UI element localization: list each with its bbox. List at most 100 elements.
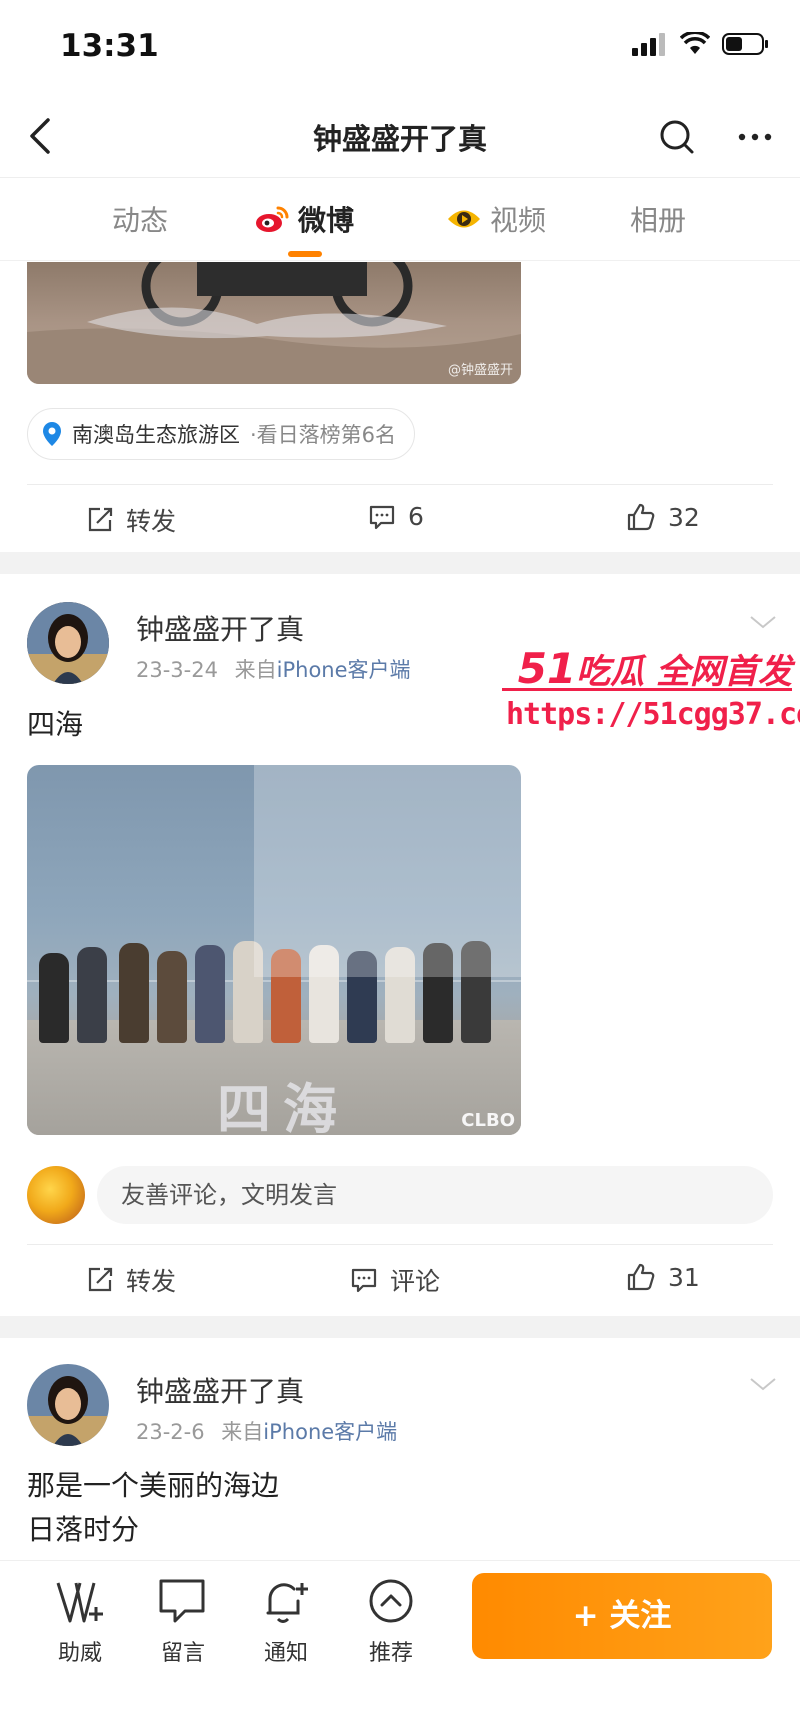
promo-watermark: 51吃瓜 全网首发 https://51cgg37.com	[500, 640, 800, 740]
recommend-label: 推荐	[368, 1641, 413, 1666]
bottom-bar: 助威 留言 通知 推荐 + 关注	[0, 1560, 800, 1732]
like-count: 31	[668, 1262, 700, 1292]
status-time: 13:31	[60, 28, 159, 64]
tab-video[interactable]: 视频	[446, 199, 546, 239]
comment-count: 6	[408, 502, 424, 531]
profile-tabs: 动态 微博 视频 相册	[0, 179, 800, 261]
weibo-icon	[256, 206, 289, 232]
repost-button[interactable]: 转发	[86, 1262, 176, 1298]
recommend-button[interactable]: 推荐	[351, 1577, 431, 1667]
post-text-line: 日落时分	[27, 1513, 140, 1546]
avatar-photo	[27, 602, 109, 684]
cheer-label: 助威	[57, 1641, 102, 1666]
comment-input[interactable]: 友善评论，文明发言	[97, 1166, 773, 1224]
thumbs-up-icon	[627, 503, 655, 531]
chevron-down-icon[interactable]	[748, 1374, 778, 1394]
tab-dynamics[interactable]: 动态	[112, 199, 168, 239]
tab-label: 动态	[112, 204, 169, 237]
active-tab-indicator	[288, 251, 322, 257]
recommend-icon	[369, 1579, 413, 1623]
author-name[interactable]: 钟盛盛开了真	[136, 608, 304, 648]
signal-icon	[632, 33, 665, 56]
comment-button[interactable]: 6	[368, 502, 424, 531]
message-label: 留言	[160, 1641, 205, 1666]
like-count: 32	[668, 502, 700, 532]
follow-button[interactable]: + 关注	[472, 1573, 772, 1659]
post-meta: 23-3-24 来自iPhone客户端	[136, 654, 411, 684]
person	[195, 945, 225, 1043]
post-text: 四海	[27, 708, 84, 741]
comment-label: 评论	[390, 1267, 441, 1296]
promo-brand: 51吃瓜 全网首发	[518, 644, 792, 693]
tab-label: 微博	[298, 204, 355, 237]
location-pin-icon	[43, 422, 61, 446]
post-date: 23-3-24	[136, 658, 218, 682]
more-icon[interactable]	[732, 114, 778, 160]
avatar[interactable]	[27, 1364, 109, 1446]
tab-weibo[interactable]: 微博	[254, 199, 354, 239]
avatar[interactable]	[27, 602, 109, 684]
avatar-photo	[27, 1364, 109, 1446]
nav-bar: 钟盛盛开了真	[0, 96, 800, 178]
repost-label: 转发	[126, 1267, 177, 1296]
tab-label: 视频	[490, 204, 547, 237]
image-watermark: @钟盛盛开	[447, 363, 513, 378]
chevron-down-icon[interactable]	[748, 612, 778, 632]
section-gap	[0, 1316, 800, 1338]
action-row: 转发 6 32	[0, 486, 800, 556]
image-ghost-overlay	[254, 755, 546, 977]
status-bar: 13:31	[0, 0, 800, 96]
repost-label: 转发	[126, 507, 177, 536]
thumbs-up-icon	[627, 1263, 655, 1291]
video-icon	[448, 210, 480, 228]
person	[157, 951, 187, 1043]
location-rank: ·看日落榜第6名	[250, 423, 397, 447]
location-name: 南澳岛生态旅游区	[72, 423, 240, 447]
repost-button[interactable]: 转发	[86, 502, 176, 538]
divider	[27, 484, 773, 485]
post-source[interactable]: iPhone客户端	[263, 1420, 397, 1444]
location-chip[interactable]: 南澳岛生态旅游区 ·看日落榜第6名	[27, 408, 416, 460]
wifi-icon	[680, 32, 710, 54]
section-gap	[0, 552, 800, 574]
search-icon[interactable]	[654, 114, 700, 160]
comment-button[interactable]: 评论	[350, 1262, 440, 1298]
from-prefix: 来自	[234, 658, 277, 682]
cheer-button[interactable]: 助威	[40, 1577, 120, 1667]
post-date: 23-2-6	[136, 1420, 205, 1444]
person	[39, 953, 69, 1043]
divider	[27, 1244, 773, 1245]
tab-album[interactable]: 相册	[630, 199, 686, 239]
comment-icon	[351, 1268, 377, 1293]
image-overlay-text: 四海	[217, 1077, 349, 1135]
post-image[interactable]: @钟盛盛开	[27, 262, 521, 384]
comment-icon	[369, 505, 395, 529]
action-row: 转发 评论 31	[0, 1246, 800, 1316]
from-prefix: 来自	[221, 1420, 264, 1444]
person	[119, 943, 149, 1043]
person	[77, 947, 107, 1043]
notify-button[interactable]: 通知	[246, 1577, 326, 1667]
bell-icon	[266, 1583, 308, 1623]
tab-label: 相册	[630, 204, 687, 237]
promo-url: https://51cgg37.com	[506, 697, 800, 732]
cheer-icon	[56, 1582, 103, 1623]
post-source[interactable]: iPhone客户端	[277, 658, 411, 682]
post-meta: 23-2-6 来自iPhone客户端	[136, 1416, 397, 1446]
repost-icon	[88, 1267, 113, 1292]
post-text-line: 那是一个美丽的海边	[27, 1469, 280, 1502]
message-icon	[159, 1579, 205, 1623]
promo-underline	[502, 688, 792, 691]
motorcycle-photo	[27, 262, 521, 384]
battery-icon	[722, 33, 768, 55]
like-button[interactable]: 31	[626, 1262, 700, 1292]
message-board-button[interactable]: 留言	[143, 1577, 223, 1667]
promo-brand-text: 吃瓜 全网首发	[576, 652, 792, 692]
like-button[interactable]: 32	[626, 502, 700, 532]
promo-brand-number: 51	[517, 644, 577, 693]
repost-icon	[88, 507, 113, 532]
author-name[interactable]: 钟盛盛开了真	[136, 1370, 304, 1410]
notify-label: 通知	[263, 1641, 308, 1666]
status-icons	[632, 32, 770, 56]
my-avatar	[27, 1166, 85, 1224]
